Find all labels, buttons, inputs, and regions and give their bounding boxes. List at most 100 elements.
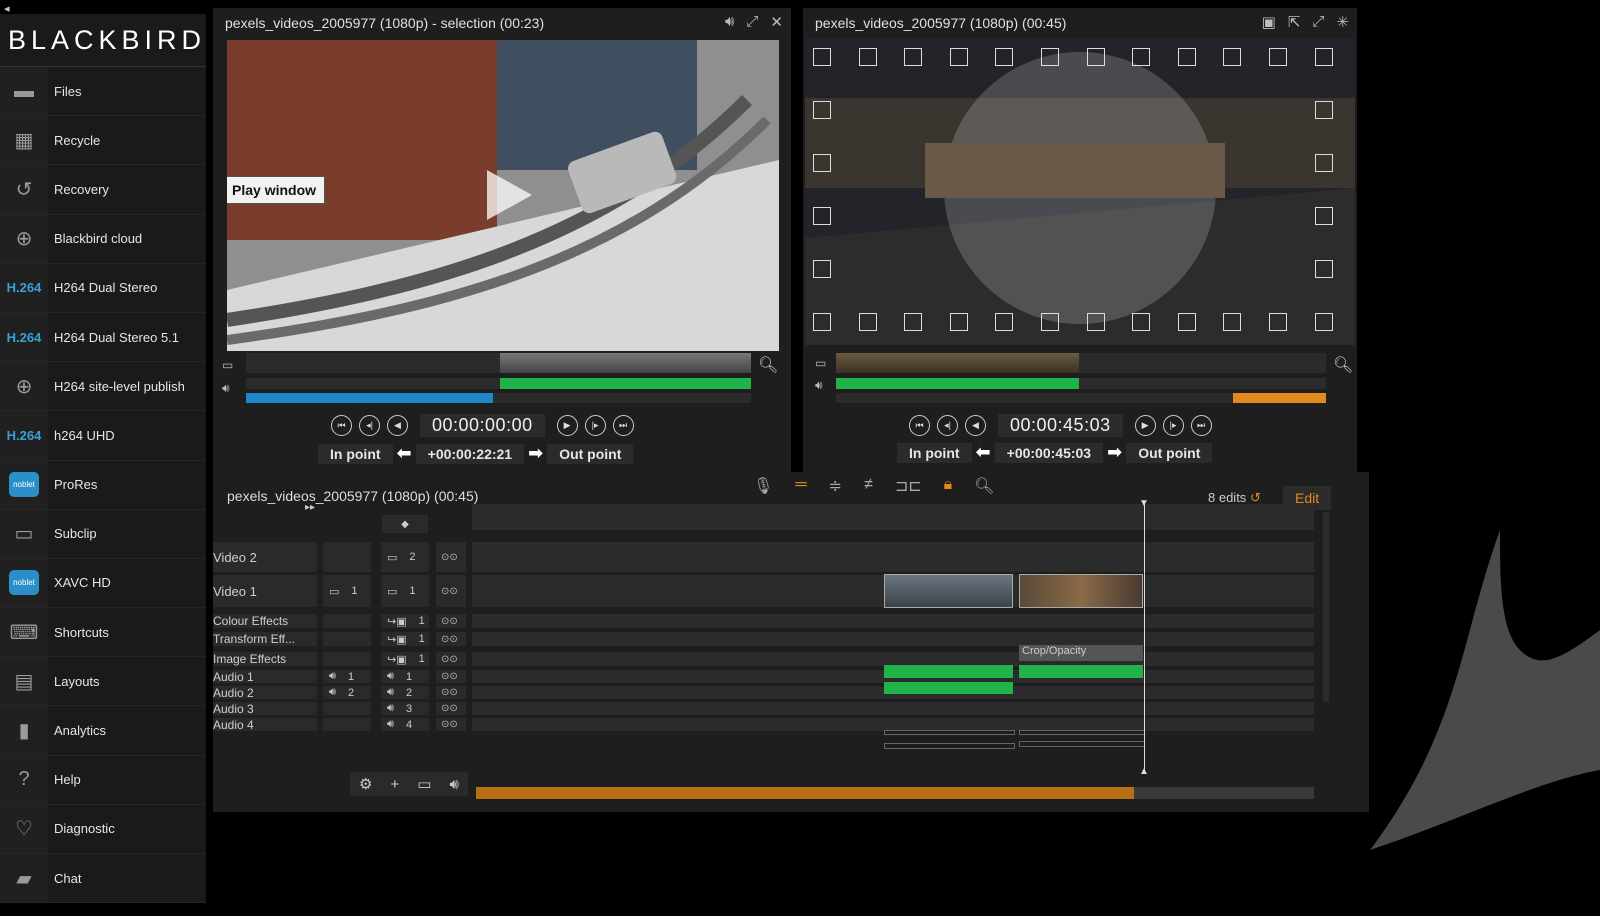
track-target-patch[interactable]: ↪▣ 1 (381, 632, 429, 646)
track-source-patch[interactable]: ▭ 1 (323, 575, 371, 607)
expand-icon[interactable]: ⤢ (1312, 13, 1324, 31)
video-frame[interactable] (805, 38, 1355, 345)
crop-handle[interactable] (1269, 313, 1287, 331)
track-lane[interactable] (472, 614, 1314, 628)
effect-clip[interactable]: Crop/Opacity (1019, 645, 1143, 661)
track-target-patch[interactable]: 🔊︎ 2 (381, 686, 429, 699)
track-options-icon[interactable]: ⊙⊙ (436, 686, 466, 699)
track-options-icon[interactable]: ⊙⊙ (436, 718, 466, 731)
track-lane[interactable] (472, 652, 1314, 666)
sidebar-item-chat[interactable]: ▰ Chat (0, 854, 206, 904)
crop-handle[interactable] (1132, 48, 1151, 66)
audio-clip[interactable] (884, 682, 1013, 694)
video-frame[interactable]: Play window (227, 40, 779, 351)
sidebar-item-help[interactable]: ? Help (0, 755, 206, 805)
crop-handle[interactable] (1086, 313, 1105, 331)
sidebar-item-subclip[interactable]: ▭ Subclip (0, 509, 206, 559)
keyframe-icon[interactable]: ◆ (382, 515, 428, 533)
crop-handle[interactable] (949, 48, 968, 66)
play-reverse-icon[interactable]: ◀ (387, 415, 408, 436)
sidebar-item-recovery[interactable]: ↺ Recovery (0, 165, 206, 215)
sidebar-item-blackbird-cloud[interactable]: ⊕ Blackbird cloud (0, 214, 206, 264)
crop-handle[interactable] (813, 154, 831, 172)
crop-handle[interactable] (1177, 313, 1196, 331)
step-forward-icon[interactable]: |▸ (584, 415, 606, 436)
sidebar-item-h264-site-level-publish[interactable]: ⊕ H264 site-level publish (0, 362, 206, 412)
track-target-patch[interactable]: 🔊︎ 4 (381, 718, 429, 731)
arrow-left-icon[interactable]: ⬅ (976, 442, 991, 463)
crop-handle[interactable] (1041, 313, 1059, 331)
volume-icon[interactable]: 🔊︎ (725, 13, 734, 31)
crop-handle[interactable] (904, 313, 923, 331)
track-options-icon[interactable]: ⊙⊙ (436, 542, 466, 572)
track-source-patch[interactable] (323, 652, 371, 666)
track-source-patch[interactable]: 🔊︎ 2 (323, 686, 371, 699)
video-clip[interactable] (1019, 574, 1143, 608)
crop-handle[interactable] (813, 207, 831, 225)
crop-handle[interactable] (1132, 313, 1151, 331)
track-options-icon[interactable]: ⊙⊙ (436, 614, 466, 628)
in-point-button[interactable]: In point (318, 443, 393, 464)
crop-handle[interactable] (1223, 313, 1242, 331)
crop-handle[interactable] (1223, 48, 1242, 66)
history-icon[interactable]: ↺ (1250, 490, 1261, 505)
audio-clip[interactable] (1019, 665, 1143, 678)
crop-handle[interactable] (813, 48, 831, 66)
track-options-icon[interactable]: ⊙⊙ (436, 575, 466, 607)
timeline-scroll-thumb[interactable] (476, 787, 1134, 799)
crop-handle[interactable] (813, 101, 831, 119)
track-target-patch[interactable]: ↪▣ 1 (381, 614, 429, 628)
zoom-icon[interactable]: 🔍︎ (758, 355, 778, 375)
audio-clip[interactable] (884, 665, 1013, 678)
arrow-right-icon[interactable]: ➡ (528, 443, 543, 464)
go-end-icon[interactable]: ⏭ (1190, 415, 1212, 436)
track-lane[interactable] (472, 702, 1314, 715)
save-icon[interactable]: ▣ (1262, 13, 1276, 31)
track-source-patch[interactable] (323, 614, 371, 628)
crop-handle[interactable] (813, 260, 831, 278)
settings-icon[interactable]: ⚙ (359, 775, 372, 793)
crop-handle[interactable] (1315, 207, 1333, 225)
play-reverse-icon[interactable]: ◀ (965, 415, 986, 436)
microphone-icon[interactable]: 🎙︎ (753, 476, 773, 496)
sidebar-item-recycle[interactable]: ▦ Recycle (0, 116, 206, 166)
step-back-icon[interactable]: ◂| (937, 415, 958, 436)
sidebar-item-h264-dual-stereo-5-1[interactable]: H.264 H264 Dual Stereo 5.1 (0, 312, 206, 363)
sidebar-item-analytics[interactable]: ▮ Analytics (0, 706, 206, 756)
track-target-patch[interactable]: 🔊︎ 3 (381, 702, 429, 715)
track-source-patch[interactable] (323, 702, 371, 715)
zoom-icon[interactable]: 🔍︎ (974, 476, 994, 496)
sidebar-item-shortcuts[interactable]: ⌨ Shortcuts (0, 608, 206, 658)
crop-handle[interactable] (1177, 48, 1196, 66)
track-options-icon[interactable]: ⊙⊙ (436, 652, 466, 666)
crop-handle[interactable] (1315, 101, 1333, 119)
sidebar-item-h264-dual-stereo[interactable]: H.264 H264 Dual Stereo (0, 263, 206, 313)
timeline-ruler[interactable] (472, 504, 1314, 530)
go-end-icon[interactable]: ⏭ (612, 415, 634, 436)
crop-handle[interactable] (1315, 154, 1333, 172)
track-target-patch[interactable]: ↪▣ 1 (381, 652, 429, 666)
video-clip[interactable] (884, 574, 1013, 608)
sidebar-item-h264-uhd[interactable]: H.264 h264 UHD (0, 411, 206, 461)
sidebar-item-xavc-hd[interactable]: noblet XAVC HD (0, 558, 206, 609)
monitor-icon[interactable]: ▭ (417, 775, 431, 793)
lock-icon[interactable]: 🔒︎ (944, 476, 953, 496)
play-icon[interactable]: ▶ (556, 415, 578, 436)
go-start-icon[interactable]: ⏮ (909, 415, 930, 436)
arrow-right-icon[interactable]: ➡ (1107, 442, 1122, 463)
vertical-scrollbar[interactable] (1323, 512, 1329, 702)
timecode-display[interactable]: 00:00:45:03 (998, 414, 1123, 437)
sidebar-item-diagnostic[interactable]: ♡ Diagnostic (0, 804, 206, 854)
loading-icon[interactable]: ✳ (1336, 13, 1349, 31)
sidebar-item-files[interactable]: ▬ Files (0, 67, 206, 117)
fast-forward-icon[interactable]: ▸▸ (305, 502, 315, 513)
track-target-patch[interactable]: ▭ 1 (381, 575, 429, 607)
out-point-button[interactable]: Out point (1126, 442, 1213, 463)
in-point-button[interactable]: In point (897, 442, 972, 463)
crop-handle[interactable] (813, 313, 831, 331)
crop-handle[interactable] (858, 48, 877, 66)
track-options-icon[interactable]: ⊙⊙ (436, 632, 466, 646)
track-options-icon[interactable]: ⊙⊙ (436, 670, 466, 683)
close-icon[interactable]: ✕ (770, 13, 783, 31)
crop-handle[interactable] (995, 48, 1014, 66)
